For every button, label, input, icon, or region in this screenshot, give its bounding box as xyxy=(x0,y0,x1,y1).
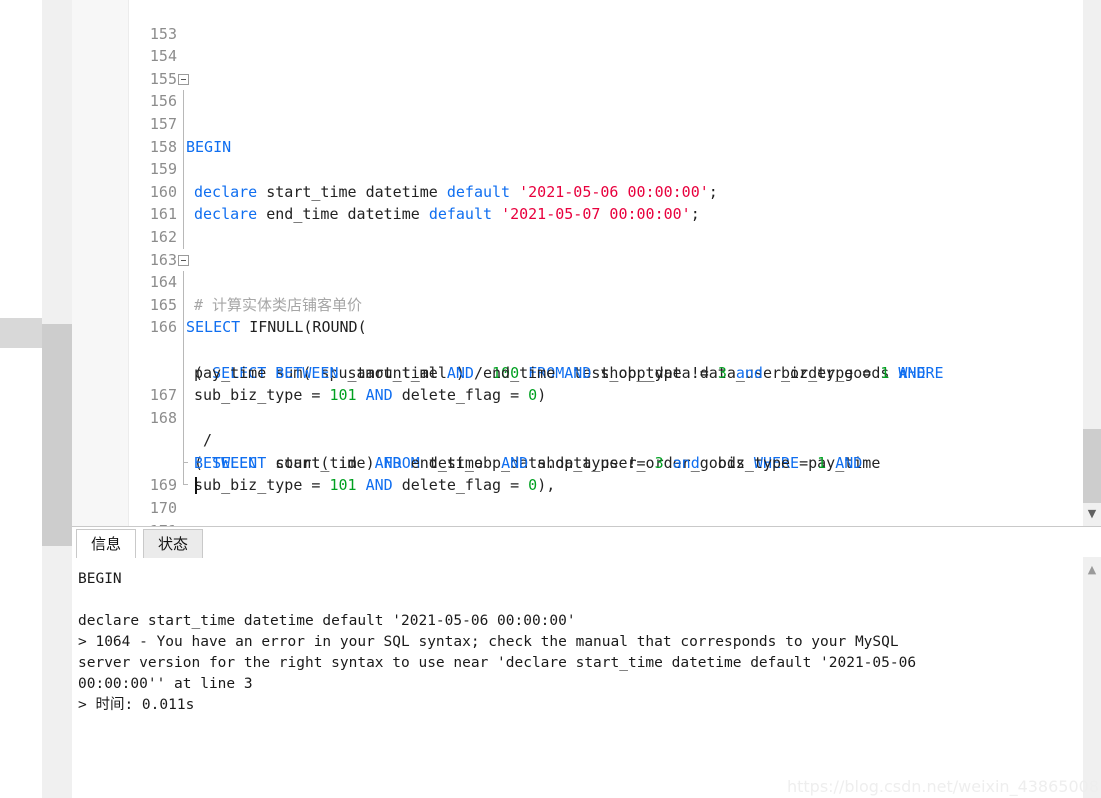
watermark: https://blog.csdn.net/weixin_43865008 xyxy=(786,777,1099,796)
editor-line[interactable]: 169 2), 0) as money; xyxy=(129,451,1082,494)
fold-guide-line xyxy=(183,225,184,249)
editor-line[interactable]: 168 ( SELECT count( id ) FROM test_obp_d… xyxy=(129,384,1082,472)
fold-guide-line xyxy=(183,90,184,113)
editor-line[interactable]: 155 xyxy=(129,45,1082,88)
editor-line-wrap[interactable]: sub_biz_type = 101 AND delete_flag = 0) xyxy=(129,338,1082,404)
editor-line[interactable]: 167 / xyxy=(129,361,1082,449)
editor-line[interactable]: 165 xyxy=(129,271,1082,314)
editor-line-wrap[interactable]: pay_time BETWEEN start_time AND end_time… xyxy=(129,316,1082,382)
tab-status[interactable]: 状态 xyxy=(143,529,204,558)
editor-line[interactable]: 161 xyxy=(129,180,1082,223)
editor-line[interactable]: 162 xyxy=(129,203,1082,246)
editor-gutter xyxy=(72,0,129,526)
editor-scrollbar-thumb[interactable] xyxy=(1083,429,1101,503)
fold-guide-line xyxy=(183,361,184,385)
scroll-down-arrow-icon[interactable]: ▼ xyxy=(1083,503,1101,524)
editor-line[interactable]: 153 xyxy=(129,0,1082,43)
sql-client-window: 153 154 155 156 BEGIN 157 158 declare st… xyxy=(0,0,1101,798)
fold-guide-line xyxy=(183,316,184,339)
sql-editor[interactable]: 153 154 155 156 BEGIN 157 158 declare st… xyxy=(72,0,1082,526)
fold-branch-tick xyxy=(183,461,188,463)
fold-guide-line xyxy=(183,180,184,204)
fold-guide-line xyxy=(183,135,184,159)
fold-guide-line xyxy=(183,112,184,136)
output-scrollbar-track[interactable] xyxy=(1083,557,1101,798)
editor-line[interactable]: 156 BEGIN xyxy=(129,68,1082,156)
fold-collapse-icon[interactable] xyxy=(178,73,189,85)
output-line: BEGIN xyxy=(78,571,122,587)
fold-collapse-icon[interactable] xyxy=(178,254,189,266)
fold-guide-end xyxy=(183,474,188,486)
editor-line-wrap[interactable]: BETWEEN start_time AND end_time AND shop… xyxy=(129,406,1082,472)
editor-line[interactable]: 157 xyxy=(129,90,1082,133)
editor-line[interactable]: 159 declare end_time datetime default '2… xyxy=(129,135,1082,223)
output-line: 00:00:00'' at line 3 xyxy=(78,676,253,692)
scroll-up-arrow-icon[interactable]: ▲ xyxy=(1083,560,1101,578)
output-line: declare start_time datetime default '202… xyxy=(78,613,576,629)
fold-guide-line xyxy=(183,406,184,430)
editor-line[interactable]: 158 declare start_time datetime default … xyxy=(129,112,1082,201)
output-line: > 时间: 0.011s xyxy=(78,697,195,713)
output-line: server version for the right syntax to u… xyxy=(78,655,917,671)
editor-line[interactable]: 154 xyxy=(129,23,1082,65)
editor-line[interactable]: 163 # 计算实体类店铺客单价 xyxy=(129,225,1082,314)
editor-line[interactable]: 170 xyxy=(129,474,1082,517)
fold-guide-line xyxy=(183,429,184,452)
editor-line[interactable]: 160 xyxy=(129,158,1082,201)
fold-guide-line xyxy=(183,451,184,475)
editor-line-wrap[interactable]: sub_biz_type = 101 AND delete_flag = 0), xyxy=(129,429,1082,494)
text-cursor xyxy=(195,477,197,495)
fold-guide-line xyxy=(183,293,184,317)
fold-guide-line xyxy=(183,338,184,362)
fold-guide-line xyxy=(183,203,184,226)
fold-guide-line xyxy=(183,158,184,181)
left-scrollbar-thumb[interactable] xyxy=(42,324,72,546)
left-panel-nub xyxy=(0,318,42,348)
fold-guide-line xyxy=(183,384,184,407)
tab-info[interactable]: 信息 xyxy=(76,529,137,559)
editor-line[interactable]: 171 END xyxy=(129,497,1082,526)
editor-line[interactable]: 164 SELECT IFNULL(ROUND( xyxy=(129,249,1082,336)
message-output-panel[interactable]: BEGIN declare start_time datetime defaul… xyxy=(72,557,1083,798)
fold-guide-line xyxy=(183,271,184,294)
left-margin-area xyxy=(0,0,42,798)
editor-code-area[interactable]: 153 154 155 156 BEGIN 157 158 declare st… xyxy=(129,0,1082,526)
output-line: > 1064 - You have an error in your SQL s… xyxy=(78,634,899,650)
result-tabbar: 信息 状态 xyxy=(72,526,1101,559)
editor-line[interactable]: 166 ( SELECT sum( spu_amount_all ) / 100… xyxy=(129,293,1082,382)
